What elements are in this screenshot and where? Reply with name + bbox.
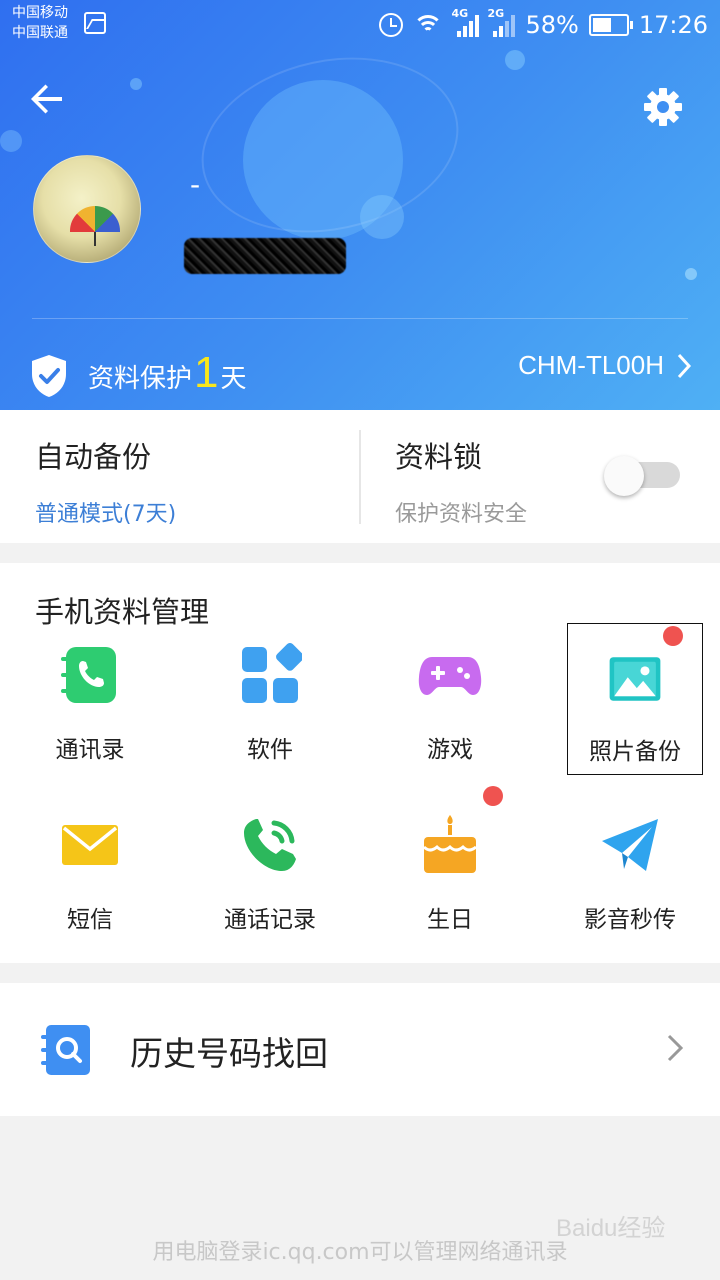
decor-ring: [185, 34, 475, 256]
signal-4g-icon: 4G: [451, 7, 480, 37]
carrier-1: 中国移动: [12, 5, 68, 21]
birthday-cake-icon: [422, 815, 477, 873]
avatar[interactable]: [33, 155, 141, 263]
carrier-names: 中国移动 中国联通: [12, 3, 68, 43]
chevron-right-icon: [677, 353, 692, 378]
tile-apps[interactable]: 软件: [180, 623, 360, 783]
phone-call-icon: [244, 819, 296, 871]
status-icons: 4G 2G 58% 17:26: [379, 7, 708, 42]
tile-birthday[interactable]: 生日: [360, 786, 540, 953]
tile-label: 游戏: [427, 737, 473, 763]
auto-backup-section[interactable]: 自动备份 普通模式(7天): [0, 410, 358, 543]
decor-bubble: [360, 195, 404, 239]
wifi-icon: [413, 13, 444, 37]
tile-sms[interactable]: 短信: [0, 793, 180, 953]
status-bar: 中国移动 中国联通 4G 2G 58% 17:26: [0, 0, 720, 50]
vertical-divider: [359, 430, 361, 524]
battery-percent: 58%: [525, 11, 579, 39]
signal-2g-label: 2G: [487, 7, 505, 20]
apps-icon: [242, 643, 302, 703]
back-arrow-icon[interactable]: [24, 75, 72, 123]
phone-number-redacted: [184, 238, 346, 274]
protect-days-count: 1: [194, 348, 219, 397]
tile-label: 短信: [67, 907, 113, 933]
signal-4g-label: 4G: [451, 7, 469, 20]
protect-suffix: 天: [220, 364, 247, 394]
gamepad-icon: [418, 657, 482, 695]
new-badge: [483, 786, 503, 806]
contact-search-icon: [41, 1025, 90, 1075]
gear-icon[interactable]: [640, 84, 686, 130]
header-divider: [32, 318, 688, 319]
umbrella-image: [70, 206, 120, 246]
clock: 17:26: [638, 11, 708, 39]
tile-contacts[interactable]: 通讯录: [0, 623, 180, 783]
tile-call-log[interactable]: 通话记录: [180, 793, 360, 953]
decor-bubble: [505, 50, 525, 70]
profile-header: 中国移动 中国联通 4G 2G 58% 17:26 - 资料保护 1 天 CHM…: [0, 0, 720, 410]
battery-icon: [588, 14, 633, 36]
carrier-2: 中国联通: [12, 25, 68, 41]
tile-media-transfer[interactable]: 影音秒传: [540, 793, 720, 953]
history-number-recovery[interactable]: 历史号码找回: [0, 983, 720, 1116]
toggle-knob: [604, 456, 644, 496]
protect-prefix: 资料保护: [88, 364, 193, 394]
paper-plane-icon: [602, 819, 658, 871]
auto-backup-mode: 普通模式(7天): [35, 502, 177, 527]
battery-fill: [592, 18, 612, 32]
data-lock-toggle[interactable]: [604, 456, 680, 496]
data-protection-days: 资料保护 1 天: [88, 348, 247, 397]
contacts-icon: [61, 647, 116, 703]
chevron-right-icon: [667, 1034, 684, 1062]
device-link[interactable]: CHM-TL00H: [518, 350, 692, 381]
decor-bubble: [0, 130, 22, 152]
tile-games[interactable]: 游戏: [360, 623, 540, 783]
tile-photo-backup[interactable]: 照片备份: [567, 623, 703, 775]
photo-icon: [609, 657, 661, 701]
decor-bubble: [130, 78, 142, 90]
tile-label: 影音秒传: [584, 907, 676, 933]
tile-label: 软件: [247, 737, 293, 763]
shield-check-icon: [32, 355, 66, 397]
web-manage-hint[interactable]: 用电脑登录ic.qq.com可以管理网络通讯录: [0, 1234, 720, 1266]
tile-label: 照片备份: [589, 739, 681, 765]
tile-label: 生日: [427, 907, 473, 933]
envelope-icon: [62, 825, 118, 865]
phone-data-management: 手机资料管理 通讯录 软件 游戏 照片备份 短信 通话记录 生日 影音秒传: [0, 563, 720, 963]
gallery-notification-icon: [84, 12, 106, 34]
data-lock-desc: 保护资料安全: [395, 502, 528, 527]
device-name: CHM-TL00H: [518, 350, 664, 380]
alarm-icon: [379, 13, 404, 37]
auto-backup-title: 自动备份: [35, 440, 152, 474]
new-badge: [663, 626, 683, 646]
tile-label: 通讯录: [55, 737, 125, 763]
history-label: 历史号码找回: [130, 1034, 328, 1073]
decor-bubble: [685, 268, 697, 280]
tile-label: 通话记录: [224, 907, 316, 933]
nickname: -: [190, 168, 201, 201]
signal-2g-icon: 2G: [487, 7, 516, 37]
data-lock-title: 资料锁: [395, 440, 483, 474]
